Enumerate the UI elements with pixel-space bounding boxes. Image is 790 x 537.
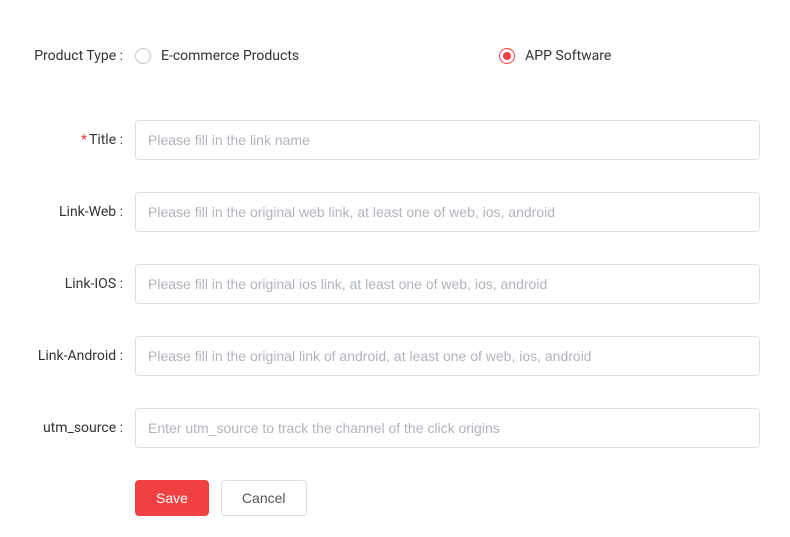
required-star-icon: * [81,132,87,148]
radio-ecommerce[interactable]: E-commerce Products [135,48,299,64]
title-label: *Title : [30,132,135,148]
link-ios-row: Link-IOS : [30,264,760,304]
radio-icon [135,48,151,64]
title-input[interactable] [135,120,760,160]
utm-source-label: utm_source : [30,420,135,436]
radio-ecommerce-label: E-commerce Products [161,48,299,64]
product-type-label: Product Type : [30,48,135,64]
link-web-row: Link-Web : [30,192,760,232]
button-row: Save Cancel [30,480,760,516]
link-web-label: Link-Web : [30,204,135,220]
link-android-input-wrapper [135,336,760,376]
utm-source-input-wrapper [135,408,760,448]
radio-app-software[interactable]: APP Software [499,48,611,64]
link-ios-input[interactable] [135,264,760,304]
link-android-row: Link-Android : [30,336,760,376]
title-input-wrapper [135,120,760,160]
title-row: *Title : [30,120,760,160]
save-button[interactable]: Save [135,480,209,516]
utm-source-input[interactable] [135,408,760,448]
link-ios-label: Link-IOS : [30,276,135,292]
cancel-button[interactable]: Cancel [221,480,307,516]
link-web-input[interactable] [135,192,760,232]
link-android-input[interactable] [135,336,760,376]
radio-app-software-label: APP Software [525,48,611,64]
product-type-row: Product Type : E-commerce Products APP S… [30,48,760,64]
link-android-label: Link-Android : [30,348,135,364]
radio-icon [499,48,515,64]
link-web-input-wrapper [135,192,760,232]
link-ios-input-wrapper [135,264,760,304]
product-type-radio-group: E-commerce Products APP Software [135,48,760,64]
utm-source-row: utm_source : [30,408,760,448]
